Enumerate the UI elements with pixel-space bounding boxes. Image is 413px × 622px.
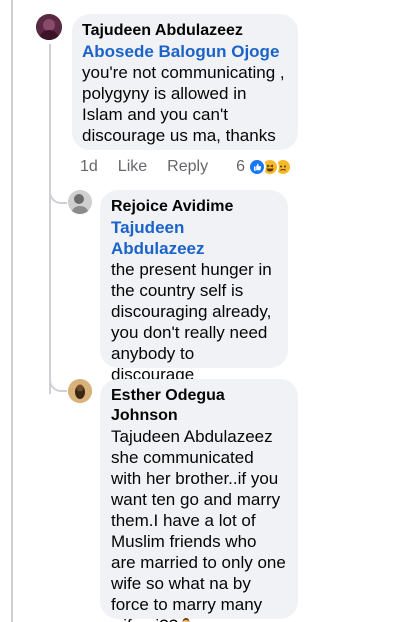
avatar[interactable] [36, 14, 62, 40]
thread-line-replies [49, 44, 51, 394]
comment-actions: 1d Like Reply 6 [80, 156, 292, 178]
comment-bubble: Tajudeen Abdulazeez Abosede Balogun Ojog… [72, 14, 298, 150]
like-button[interactable]: Like [118, 158, 147, 176]
comment-timestamp[interactable]: 1d [80, 158, 98, 176]
avatar[interactable] [68, 379, 92, 403]
reply-mention[interactable]: Tajudeen Abdulazeez [111, 217, 278, 259]
reply-bubble: Esther Odegua Johnson Tajudeen Abdulazee… [100, 379, 298, 622]
reply-button[interactable]: Reply [167, 158, 208, 176]
comment-author[interactable]: Tajudeen Abdulazeez [82, 21, 288, 41]
avatar[interactable] [68, 190, 92, 214]
reply-author[interactable]: Rejoice Avidime [111, 197, 278, 217]
reply-author[interactable]: Esther Odegua Johnson [111, 386, 288, 426]
reaction-summary[interactable]: 6 [236, 158, 292, 176]
person-gesturing-icon [178, 617, 194, 622]
comment-mention[interactable]: Abosede Balogun Ojoge [82, 41, 288, 62]
reply-text: Tajudeen Abdulazeez she communicated wit… [111, 426, 288, 622]
reply-connector-2 [49, 378, 67, 392]
reaction-count: 6 [236, 158, 245, 175]
comment-text: you're not communicating , polygyny is a… [82, 63, 285, 145]
like-icon [247, 158, 266, 176]
thread-line-main [11, 0, 13, 622]
reply-text-content: Tajudeen Abdulazeez she communicated wit… [111, 427, 286, 622]
reply-bubble: Rejoice Avidime Tajudeen Abdulazeez the … [100, 190, 288, 405]
reply-connector-1 [49, 190, 67, 204]
